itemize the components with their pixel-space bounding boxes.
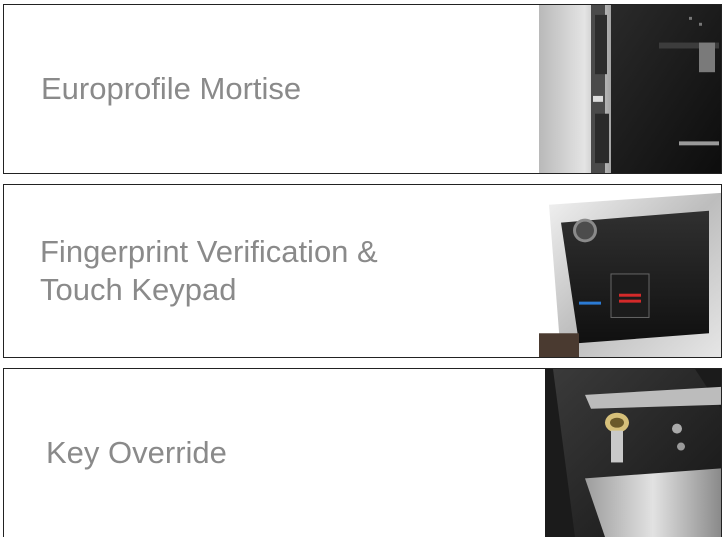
fingerprint-reader-photo-icon (539, 185, 721, 357)
key-cylinder-photo-icon (545, 369, 721, 537)
feature-label: Fingerprint Verification & Touch Keypad (40, 234, 378, 307)
feature-card-europrofile-mortise: Europrofile Mortise (3, 4, 722, 174)
feature-card-fingerprint-keypad: Fingerprint Verification & Touch Keypad (3, 184, 722, 358)
feature-card-key-override: Key Override (3, 368, 722, 537)
mortise-lock-photo-icon (539, 5, 721, 173)
feature-label: Key Override (46, 435, 227, 470)
feature-label: Europrofile Mortise (41, 71, 302, 106)
